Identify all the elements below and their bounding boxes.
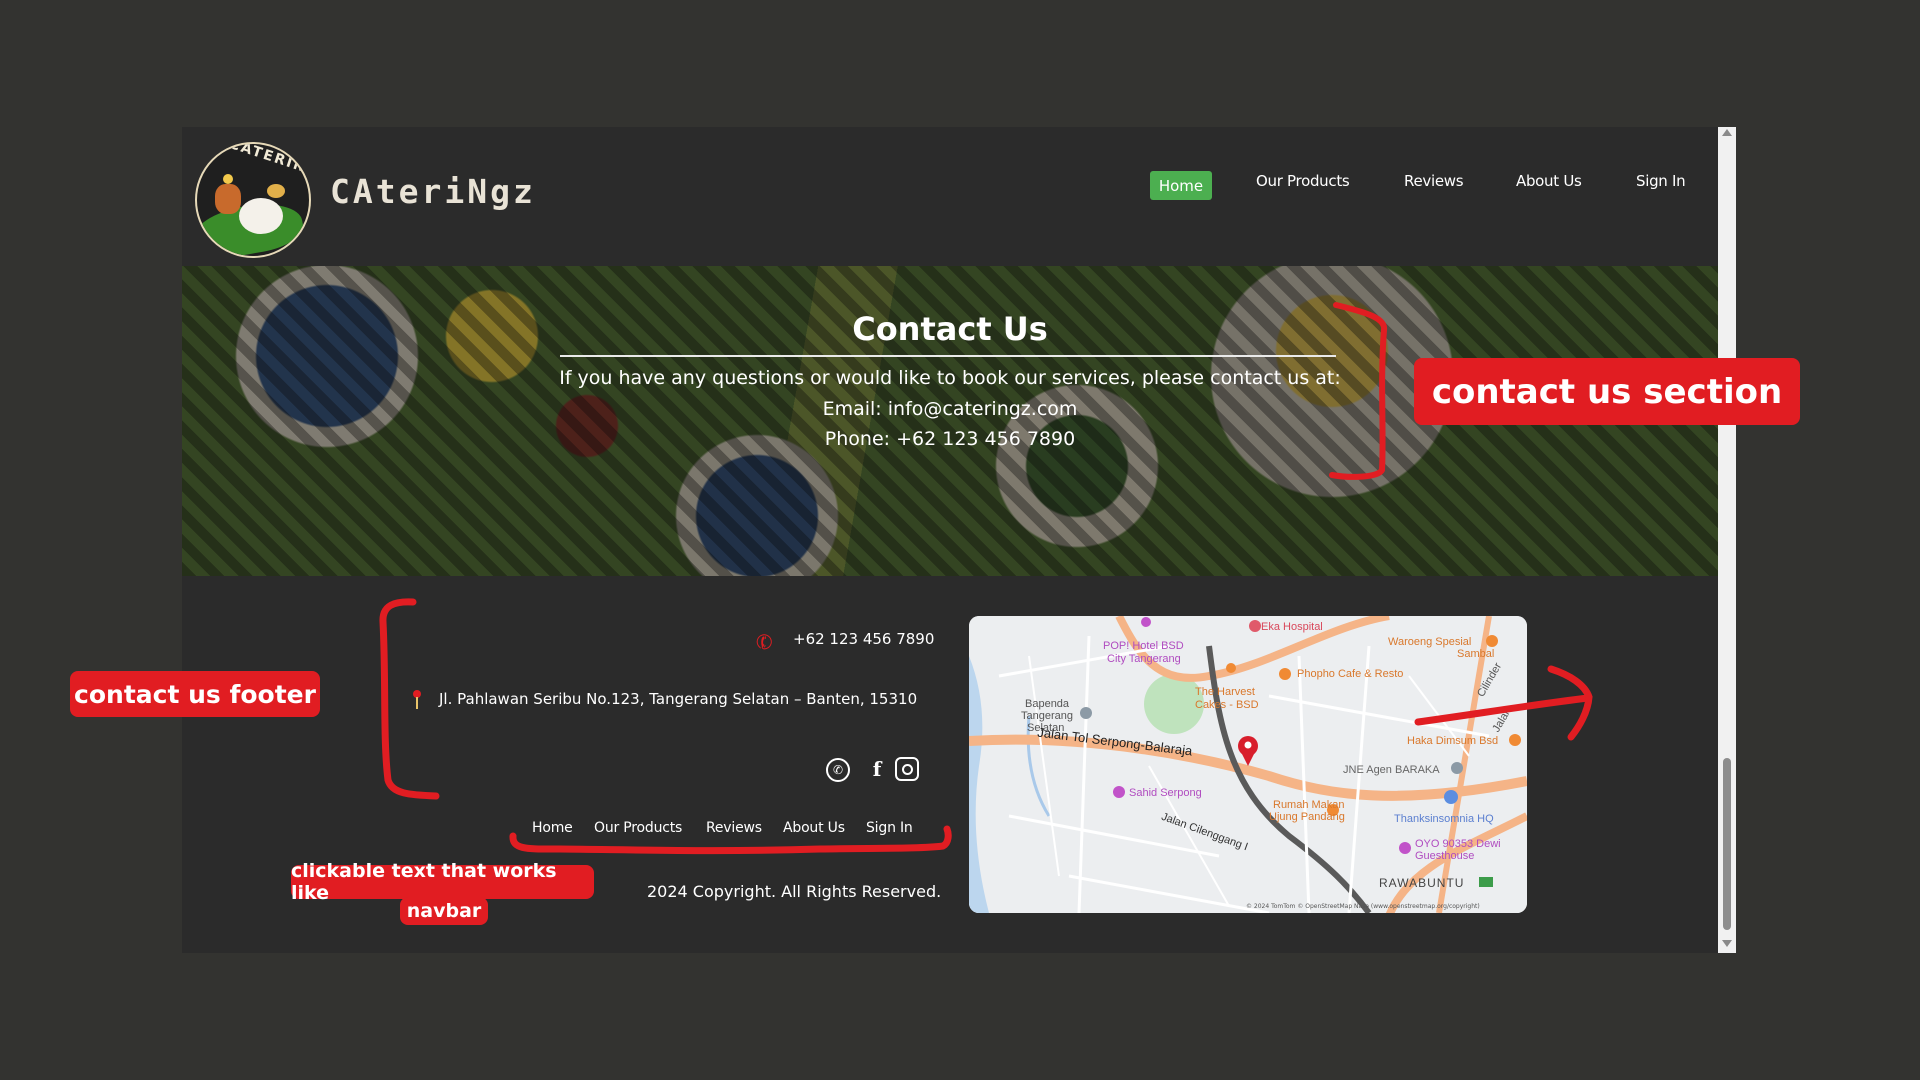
annotation-contact-section: contact us section [1414, 358, 1800, 425]
annotation-navbar-line2: navbar [400, 897, 488, 925]
annotation-strokes [379, 302, 1593, 855]
annotation-navbar-line1: clickable text that works like [291, 860, 594, 904]
annotation-contact-footer: contact us footer [70, 671, 320, 717]
